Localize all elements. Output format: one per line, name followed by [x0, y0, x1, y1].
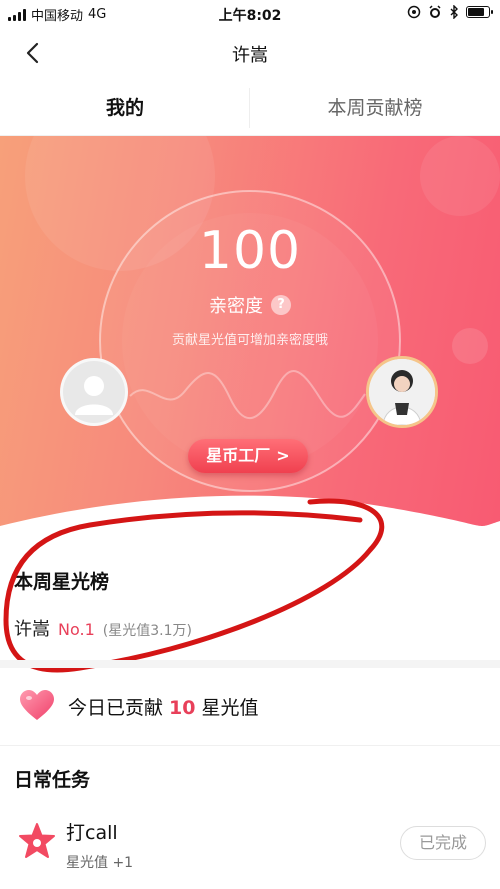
tab-weekly-contribution[interactable]: 本周贡献榜 [250, 80, 500, 135]
star-avatar[interactable] [366, 356, 438, 428]
page-title: 许嵩 [232, 45, 268, 66]
section-separator [0, 660, 500, 668]
chevron-right-icon: > [276, 446, 290, 465]
star-coin-factory-button[interactable]: 星币工厂 > [188, 439, 308, 473]
star-photo [369, 359, 435, 425]
status-bar: 中国移动 4G 上午8:02 [0, 0, 500, 26]
intimacy-hint: 贡献星光值可增加亲密度哦 [171, 333, 328, 348]
contribution-text: 今日已贡献 10 星光值 [68, 693, 258, 720]
daily-tasks-title: 日常任务 [14, 769, 91, 791]
intimacy-label-row: 亲密度 ? [0, 292, 500, 318]
task-completed-button[interactable]: 已完成 [400, 826, 486, 860]
task-item: 打call 星光值 +1 已完成 [14, 812, 500, 882]
alarm-icon [429, 5, 441, 18]
task-reward: 星光值 +1 [66, 855, 134, 871]
tab-mine[interactable]: 我的 [0, 80, 250, 135]
today-contribution: 今日已贡献 10 星光值 [20, 690, 258, 722]
contribution-suffix: 星光值 [201, 696, 259, 719]
task-name: 打call [66, 822, 118, 844]
user-avatar[interactable] [60, 358, 128, 426]
orientation-lock-icon [407, 5, 421, 19]
status-right [407, 5, 493, 19]
star-icon [19, 823, 55, 858]
divider [0, 745, 500, 746]
help-icon[interactable]: ? [271, 295, 291, 315]
nav-bar: 许嵩 [0, 26, 500, 80]
intimacy-score: 100 [198, 221, 302, 281]
default-user-icon [75, 376, 113, 415]
factory-label: 星币工厂 [206, 446, 271, 465]
bluetooth-icon [450, 5, 458, 19]
battery-icon [466, 6, 493, 18]
intimacy-label: 亲密度 [209, 296, 263, 317]
tab-divider [249, 88, 250, 128]
contribution-count: 10 [169, 696, 196, 719]
contribution-prefix: 今日已贡献 [68, 696, 164, 719]
heart-icon [20, 690, 54, 720]
tab-bar: 我的 本周贡献榜 [0, 80, 500, 136]
